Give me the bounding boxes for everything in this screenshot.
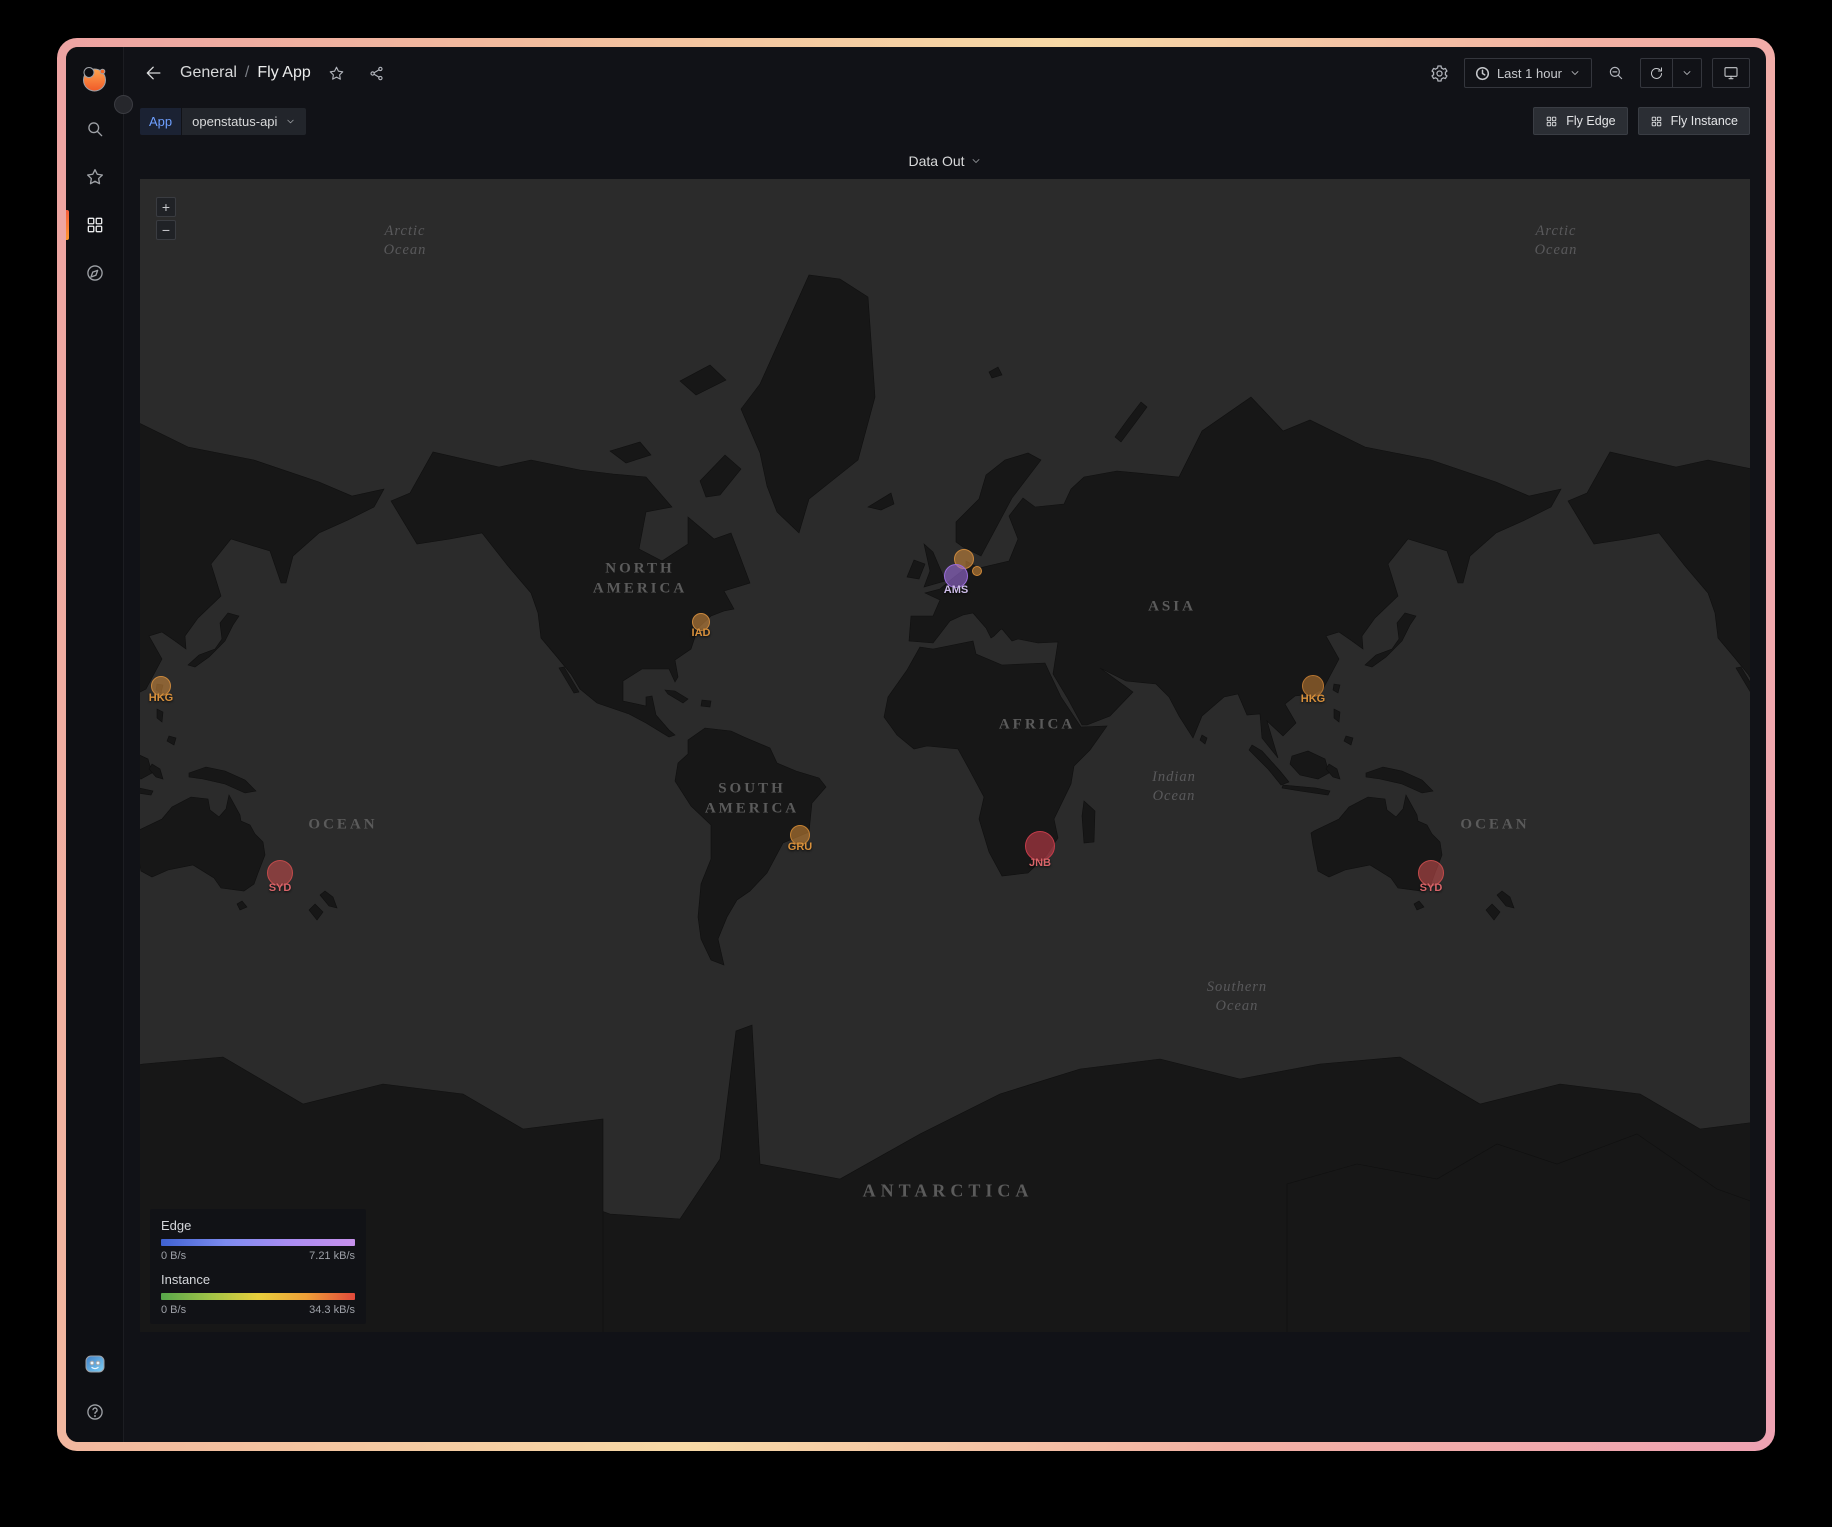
- grafana-logo-icon: [81, 66, 108, 93]
- legend-instance-title: Instance: [161, 1272, 355, 1287]
- app-variable-label[interactable]: App: [140, 108, 181, 135]
- fly-edge-label: Fly Edge: [1566, 114, 1615, 128]
- breadcrumb: General / Fly App: [180, 64, 311, 82]
- panel-title: Data Out: [908, 153, 964, 169]
- map-marker-syd[interactable]: SYD: [1418, 860, 1444, 886]
- map-marker-label: GRU: [788, 841, 812, 853]
- refresh-button-group: [1640, 58, 1702, 88]
- map-marker-label: HKG: [1301, 693, 1325, 705]
- clock-icon: [1475, 66, 1490, 81]
- panel-grid-icon: [1545, 115, 1558, 128]
- fly-instance-label: Fly Instance: [1671, 114, 1738, 128]
- arrow-left-icon: [144, 63, 164, 83]
- main-area: General / Fly App: [124, 47, 1766, 1442]
- map-zoom-controls: + −: [156, 197, 176, 240]
- search-icon: [85, 119, 105, 139]
- sidebar: [66, 47, 124, 1442]
- app-variable-value: openstatus-api: [192, 114, 277, 129]
- breadcrumb-separator: /: [245, 64, 249, 82]
- star-dashboard-button[interactable]: [323, 59, 351, 87]
- world-map: [140, 179, 1750, 1332]
- breadcrumb-page: Fly App: [257, 64, 310, 82]
- sidebar-item-starred[interactable]: [66, 153, 123, 201]
- help-icon: [85, 1402, 105, 1422]
- legend-edge-gradient: [161, 1239, 355, 1246]
- sidebar-bottom: [66, 1340, 123, 1436]
- panel-grid-icon: [1650, 115, 1663, 128]
- map-marker-ams[interactable]: AMS: [944, 564, 968, 588]
- map-marker-hkg[interactable]: HKG: [151, 676, 171, 696]
- legend-edge: Edge 0 B/s 7.21 kB/s: [161, 1218, 355, 1262]
- compass-icon: [85, 263, 105, 283]
- share-icon: [368, 65, 385, 82]
- gear-icon: [1430, 64, 1449, 83]
- grafana-app: General / Fly App: [66, 47, 1766, 1442]
- map-marker-label: JNB: [1029, 857, 1051, 869]
- legend-instance-max: 34.3 kB/s: [309, 1304, 355, 1316]
- chevron-down-icon: [1681, 67, 1693, 79]
- legend-instance: Instance 0 B/s 34.3 kB/s: [161, 1272, 355, 1316]
- magnifier-minus-icon: [1607, 64, 1625, 82]
- sidebar-expand-button[interactable]: [114, 95, 133, 114]
- sidebar-item-help[interactable]: [66, 1388, 123, 1436]
- dashboards-grid-icon: [85, 215, 105, 235]
- panel-header[interactable]: Data Out: [124, 143, 1766, 179]
- map-marker-label: IAD: [692, 627, 711, 639]
- legend-edge-title: Edge: [161, 1218, 355, 1233]
- map-marker-iad[interactable]: IAD: [692, 613, 710, 631]
- map-marker-gru[interactable]: GRU: [790, 825, 810, 845]
- map-legend: Edge 0 B/s 7.21 kB/s Instance 0 B/s 34.3…: [150, 1209, 366, 1324]
- zoom-out-time-button[interactable]: [1602, 59, 1630, 87]
- legend-instance-min: 0 B/s: [161, 1304, 186, 1316]
- legend-instance-gradient: [161, 1293, 355, 1300]
- map-marker-label: AMS: [944, 584, 968, 596]
- geomap-panel[interactable]: + − Arctic OceanArctic OceanNORTH AMERIC…: [140, 179, 1750, 1332]
- map-marker-label: SYD: [1420, 882, 1443, 894]
- star-icon: [85, 167, 105, 187]
- sidebar-item-home[interactable]: [66, 53, 123, 105]
- time-range-label: Last 1 hour: [1497, 66, 1562, 81]
- refresh-button[interactable]: [1641, 59, 1672, 87]
- legend-edge-max: 7.21 kB/s: [309, 1250, 355, 1262]
- chevron-down-icon: [970, 155, 982, 167]
- dashboard-settings-button[interactable]: [1426, 59, 1454, 87]
- back-button[interactable]: [140, 59, 168, 87]
- variables-bar: App openstatus-api Fly Edge: [124, 99, 1766, 143]
- sidebar-item-assistant[interactable]: [66, 1340, 123, 1388]
- zoom-in-button[interactable]: +: [156, 197, 176, 217]
- tv-mode-button[interactable]: [1712, 58, 1750, 88]
- map-marker-label: HKG: [149, 692, 173, 704]
- map-marker[interactable]: [972, 566, 982, 576]
- chevron-down-icon: [1569, 67, 1581, 79]
- fly-edge-button[interactable]: Fly Edge: [1533, 107, 1627, 135]
- map-marker-syd[interactable]: SYD: [267, 860, 293, 886]
- chevron-right-icon: [118, 99, 129, 110]
- app-variable-select[interactable]: openstatus-api: [182, 108, 306, 135]
- fly-instance-button[interactable]: Fly Instance: [1638, 107, 1750, 135]
- breadcrumb-section[interactable]: General: [180, 64, 237, 82]
- refresh-interval-dropdown[interactable]: [1672, 59, 1701, 87]
- refresh-icon: [1649, 66, 1664, 81]
- window-frame: General / Fly App: [57, 38, 1775, 1451]
- chevron-down-icon: [285, 116, 296, 127]
- assistant-icon: [83, 1352, 107, 1376]
- map-marker-label: SYD: [269, 882, 292, 894]
- time-range-picker[interactable]: Last 1 hour: [1464, 58, 1592, 88]
- map-marker-jnb[interactable]: JNB: [1025, 831, 1055, 861]
- sidebar-item-explore[interactable]: [66, 249, 123, 297]
- sidebar-item-search[interactable]: [66, 105, 123, 153]
- monitor-icon: [1723, 65, 1739, 81]
- zoom-out-button[interactable]: −: [156, 220, 176, 240]
- star-outline-icon: [328, 65, 345, 82]
- map-marker-hkg[interactable]: HKG: [1302, 675, 1324, 697]
- dashboard-header: General / Fly App: [124, 47, 1766, 99]
- legend-edge-min: 0 B/s: [161, 1250, 186, 1262]
- sidebar-item-dashboards[interactable]: [66, 201, 123, 249]
- share-dashboard-button[interactable]: [363, 59, 391, 87]
